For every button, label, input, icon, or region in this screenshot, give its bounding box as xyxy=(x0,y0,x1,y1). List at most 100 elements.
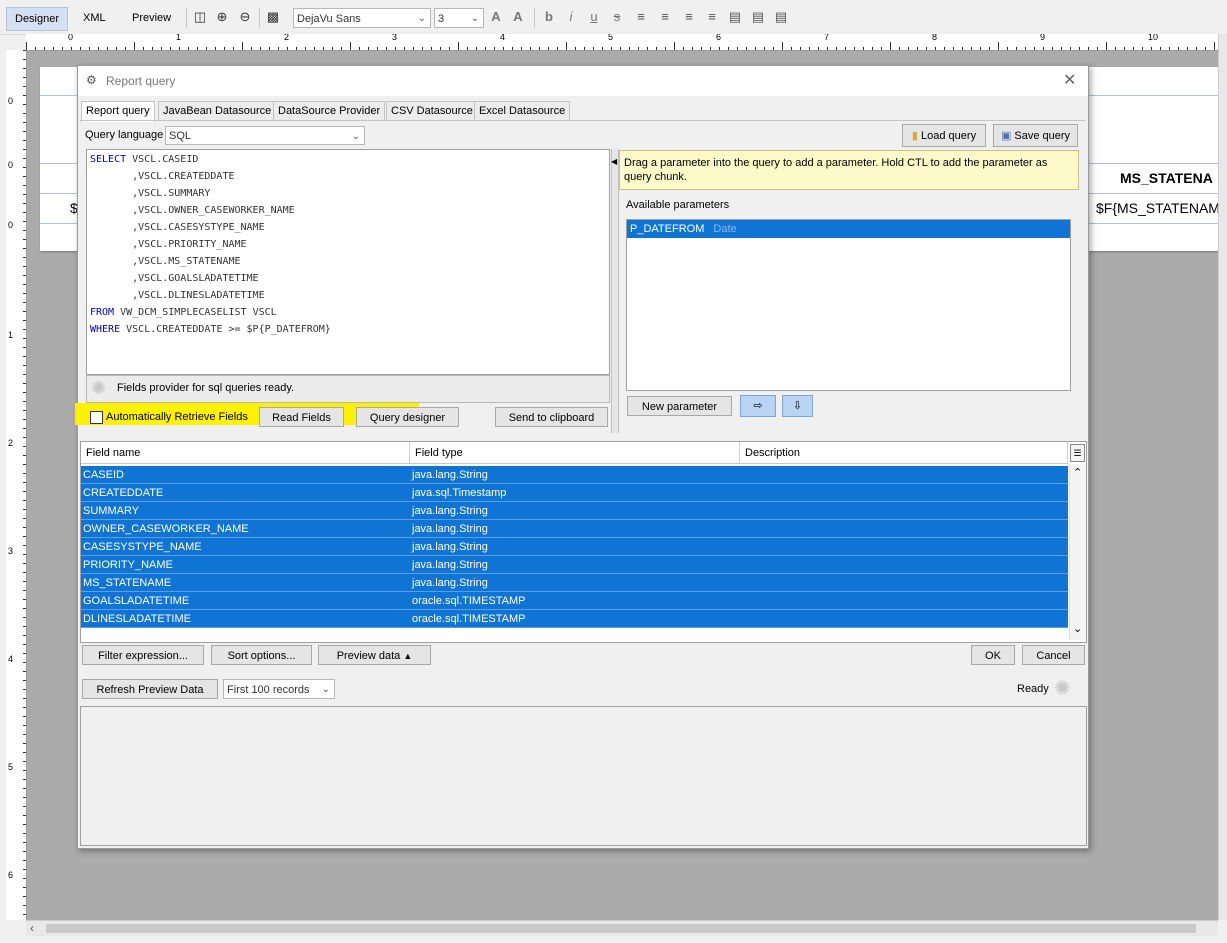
save-query-label: Save query xyxy=(1014,130,1071,142)
ruler-tick xyxy=(629,47,630,50)
ok-button[interactable]: OK xyxy=(971,645,1015,665)
align-left-icon[interactable]: ≡ xyxy=(633,9,649,25)
ruler-tick xyxy=(665,47,666,50)
list-item[interactable]: P_DATEFROM Date xyxy=(627,220,1070,238)
tab-excel-datasource[interactable]: Excel Datasource xyxy=(474,101,571,121)
ruler-tick xyxy=(23,158,26,159)
ruler-tick xyxy=(719,47,720,50)
split-pane-divider[interactable]: ◀ xyxy=(611,149,619,433)
decrease-font-icon[interactable]: A xyxy=(510,9,526,25)
tab-report-query[interactable]: Report query xyxy=(81,101,155,122)
tab-xml[interactable]: XML xyxy=(75,7,114,29)
available-parameters-label: Available parameters xyxy=(626,199,730,211)
table-row[interactable]: MS_STATENAME java.lang.String xyxy=(81,574,1068,592)
ruler-tick xyxy=(23,77,26,78)
table-row[interactable]: CASESYSTYPE_NAME java.lang.String xyxy=(81,538,1068,556)
load-query-button[interactable]: ▮ Load query xyxy=(902,124,986,147)
underline-icon[interactable]: u xyxy=(586,9,602,25)
strikethrough-icon[interactable]: s xyxy=(609,9,625,25)
refresh-preview-button[interactable]: Refresh Preview Data xyxy=(82,679,218,699)
ruler-tick xyxy=(224,47,225,50)
database-icon[interactable]: ◫ xyxy=(192,9,208,25)
scrollbar-thumb[interactable] xyxy=(46,924,1196,933)
query-designer-button[interactable]: Query designer xyxy=(356,407,459,427)
ruler-tick xyxy=(287,47,288,50)
align-bottom-icon[interactable]: ▤ xyxy=(773,9,789,25)
column-header-label[interactable]: MS_STATENA xyxy=(1120,170,1213,186)
table-row[interactable]: PRIORITY_NAME java.lang.String xyxy=(81,556,1068,574)
move-parameter-icon[interactable]: ⇨ xyxy=(740,395,776,417)
new-parameter-button[interactable]: New parameter xyxy=(627,396,732,416)
align-middle-icon[interactable]: ▤ xyxy=(750,9,766,25)
sort-options-button[interactable]: Sort options... xyxy=(211,645,312,665)
table-row[interactable]: DLINESLADATETIME oracle.sql.TIMESTAMP xyxy=(81,610,1068,628)
italic-icon[interactable]: i xyxy=(563,9,579,25)
parameters-list[interactable]: P_DATEFROM Date xyxy=(626,219,1071,391)
ruler-label: 2 xyxy=(8,438,14,448)
ruler-tick xyxy=(23,653,26,654)
column-header-field-type[interactable]: Field type xyxy=(410,442,740,464)
column-header-description[interactable]: Description xyxy=(740,442,1068,464)
column-header-field-name[interactable]: Field name xyxy=(81,442,410,464)
zoom-in-icon[interactable]: ⊕ xyxy=(214,9,230,25)
table-row[interactable]: CASEID java.lang.String xyxy=(81,466,1068,484)
increase-font-icon[interactable]: A xyxy=(488,9,504,25)
table-row[interactable]: GOALSLADATETIME oracle.sql.TIMESTAMP xyxy=(81,592,1068,610)
detail-text-field[interactable]: $F{MS_STATENAM xyxy=(1096,200,1220,216)
ruler-tick xyxy=(881,47,882,50)
auto-retrieve-checkbox[interactable] xyxy=(90,411,103,424)
ruler-tick xyxy=(863,47,864,50)
align-center-icon[interactable]: ≡ xyxy=(657,9,673,25)
ruler-label: 3 xyxy=(8,546,14,556)
chevron-left-icon[interactable]: ‹ xyxy=(30,921,34,935)
table-row[interactable]: SUMMARY java.lang.String xyxy=(81,502,1068,520)
ruler-tick xyxy=(989,47,990,50)
align-right-icon[interactable]: ≡ xyxy=(681,9,697,25)
ruler-tick xyxy=(23,437,26,438)
field-type-cell: java.lang.String xyxy=(412,505,488,517)
ruler-tick xyxy=(71,47,72,50)
table-row[interactable]: OWNER_CASEWORKER_NAME java.lang.String xyxy=(81,520,1068,538)
query-language-select[interactable]: SQL ⌄ xyxy=(165,126,365,145)
ruler-tick xyxy=(23,563,26,564)
field-type-cell: java.sql.Timestamp xyxy=(412,487,507,499)
tab-csv-datasource[interactable]: CSV Datasource xyxy=(386,101,478,121)
tab-preview[interactable]: Preview xyxy=(124,7,179,29)
align-top-icon[interactable]: ▤ xyxy=(727,9,743,25)
preview-data-button[interactable]: Preview data ▲ xyxy=(318,645,431,665)
save-query-button[interactable]: ▣ Save query xyxy=(993,124,1078,147)
chevron-down-icon[interactable]: ⌄ xyxy=(1073,622,1082,635)
align-justify-icon[interactable]: ≡ xyxy=(704,9,720,25)
sql-query-editor[interactable]: SELECT VSCL.CASEID ,VSCL.CREATEDDATE ,VS… xyxy=(75,149,610,425)
parameter-hint: Drag a parameter into the query to add a… xyxy=(619,150,1079,190)
column-menu-icon[interactable]: ☰ xyxy=(1070,444,1085,462)
paste-icon[interactable]: ▩ xyxy=(265,9,281,25)
ruler-tick xyxy=(23,500,26,501)
ruler-tick xyxy=(23,617,26,618)
add-parameter-icon[interactable]: ⇩ xyxy=(782,395,813,417)
collapse-arrow-icon[interactable]: ◀ xyxy=(611,157,617,166)
table-row[interactable]: CREATEDDATE java.sql.Timestamp xyxy=(81,484,1068,502)
record-limit-select[interactable]: First 100 records ⌄ xyxy=(223,679,335,699)
tab-datasource-provider[interactable]: DataSource Provider xyxy=(273,101,386,121)
sql-text: VSCL.CREATEDDATE >= $P{P_DATEFROM} xyxy=(120,324,331,335)
table-scrollbar[interactable]: ⌃ ⌄ xyxy=(1069,464,1086,640)
font-size-select[interactable]: 3 ⌄ xyxy=(434,8,484,28)
close-icon[interactable]: ✕ xyxy=(1063,70,1076,90)
zoom-out-icon[interactable]: ⊖ xyxy=(237,9,253,25)
tab-javabean-datasource[interactable]: JavaBean Datasource xyxy=(158,101,277,121)
tab-designer[interactable]: Designer xyxy=(6,7,69,31)
filter-expression-button[interactable]: Filter expression... xyxy=(82,645,204,665)
send-to-clipboard-button[interactable]: Send to clipboard xyxy=(495,407,608,427)
ruler-tick xyxy=(23,743,26,744)
bold-icon[interactable]: b xyxy=(541,9,557,25)
read-fields-button[interactable]: Read Fields xyxy=(259,407,344,427)
dialog-titlebar: ⚙ Report query ✕ xyxy=(78,66,1088,96)
record-limit-value: First 100 records xyxy=(227,684,310,696)
fields-table[interactable]: Field name Field type Description ☰ CASE… xyxy=(80,441,1087,643)
chevron-up-icon[interactable]: ⌃ xyxy=(1073,466,1082,479)
cancel-button[interactable]: Cancel xyxy=(1022,645,1085,665)
vertical-scrollbar[interactable] xyxy=(1218,34,1227,920)
horizontal-scrollbar[interactable]: ‹ xyxy=(26,920,1218,936)
font-family-select[interactable]: DejaVu Sans ⌄ xyxy=(293,8,431,28)
